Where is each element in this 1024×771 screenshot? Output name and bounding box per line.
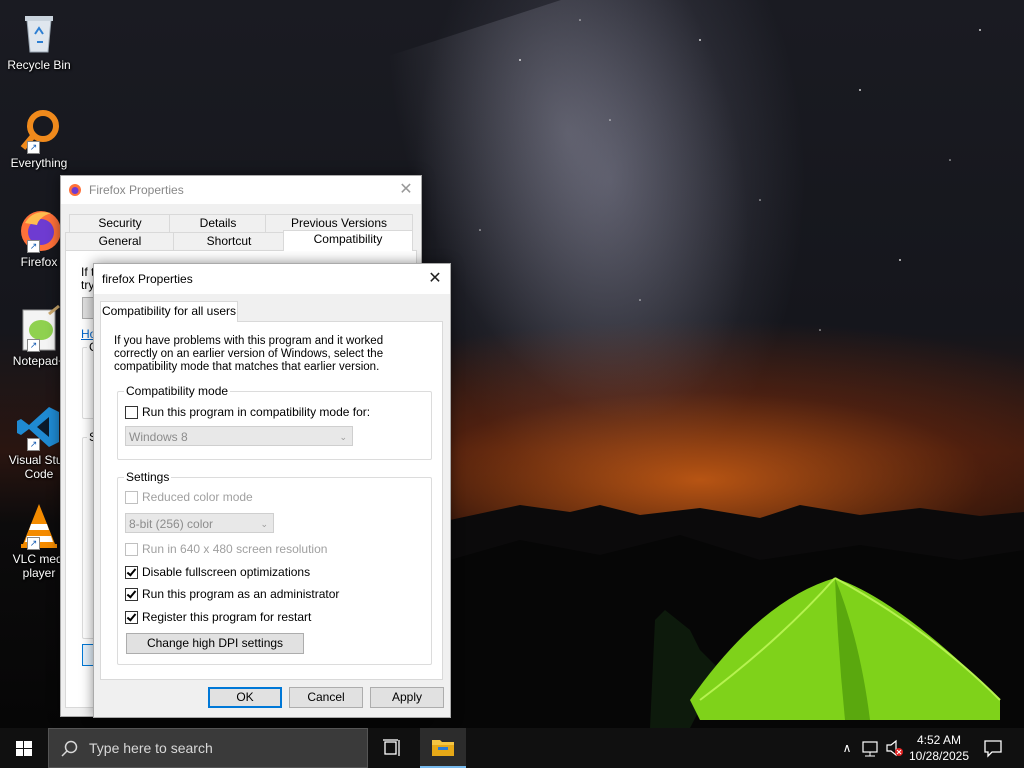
compatibility-all-users-pane: If you have problems with this program a…	[100, 321, 443, 680]
compat-mode-group: Compatibility mode Run this program in c…	[117, 384, 432, 460]
description-text: If you have problems with this program a…	[114, 335, 384, 373]
os-version-select[interactable]: Windows 8 ⌄	[125, 426, 353, 446]
checkbox[interactable]	[125, 587, 138, 601]
compat-mode-checkbox[interactable]: Run this program in compatibility mode f…	[125, 404, 370, 420]
notification-center-button[interactable]	[978, 728, 1008, 768]
select-value: Windows 8	[129, 430, 188, 444]
task-view-button[interactable]	[372, 728, 412, 768]
checkbox-label: Disable fullscreen optimizations	[142, 565, 311, 579]
vscode-icon: ↗	[15, 403, 63, 451]
volume-muted-icon[interactable]	[884, 728, 906, 768]
firefox-icon: ↗	[15, 205, 63, 253]
change-high-dpi-button[interactable]: Change high DPI settings	[126, 633, 304, 654]
group-label: Settings	[124, 470, 172, 484]
desktop-icon-label: Recycle Bin	[7, 58, 71, 72]
search-icon	[61, 740, 78, 757]
checkbox[interactable]	[125, 405, 138, 419]
desktop-icon-label: Everything	[10, 156, 68, 170]
dialog-titlebar[interactable]: firefox Properties ✕	[94, 264, 450, 294]
apply-button[interactable]: Apply	[370, 687, 444, 708]
network-icon[interactable]	[860, 728, 882, 768]
recycle-bin-icon	[15, 8, 63, 56]
search-placeholder: Type here to search	[89, 740, 213, 756]
show-hidden-icons-chevron-up-icon[interactable]: ∧	[838, 728, 856, 768]
notepad-plus-plus-icon: ↗	[15, 304, 63, 352]
clock-time: 4:52 AM	[916, 733, 962, 747]
clock-date: 10/28/2025	[908, 749, 970, 763]
select-value: 8-bit (256) color	[129, 517, 214, 531]
tab-shortcut[interactable]: Shortcut	[173, 232, 285, 251]
shortcut-arrow-icon: ↗	[27, 438, 40, 451]
desktop-icon-everything[interactable]: ↗ Everything	[2, 106, 76, 170]
tab-details[interactable]: Details	[169, 214, 267, 233]
checkbox-label: Reduced color mode	[142, 490, 253, 504]
tab-compatibility[interactable]: Compatibility	[283, 230, 413, 251]
start-button[interactable]	[0, 728, 48, 768]
shortcut-arrow-icon: ↗	[27, 240, 40, 253]
chevron-down-icon: ⌄	[339, 432, 347, 442]
reduced-color-checkbox[interactable]: Reduced color mode	[125, 489, 253, 505]
everything-search-icon: ↗	[15, 106, 63, 154]
resolution-640-checkbox[interactable]: Run in 640 x 480 screen resolution	[125, 541, 327, 557]
taskbar-search-box[interactable]: Type here to search	[48, 728, 368, 768]
ok-button[interactable]: OK	[208, 687, 282, 708]
register-restart-checkbox[interactable]: Register this program for restart	[125, 609, 311, 625]
checkbox-label: Run this program in compatibility mode f…	[142, 405, 371, 419]
file-explorer-taskbar-button[interactable]	[420, 728, 466, 768]
cancel-button[interactable]: Cancel	[289, 687, 363, 708]
desktop-icon-recycle-bin[interactable]: Recycle Bin	[2, 8, 76, 72]
folder-icon	[432, 740, 454, 756]
shortcut-arrow-icon: ↗	[27, 339, 40, 352]
windows-logo-icon	[16, 741, 32, 756]
shortcut-arrow-icon: ↗	[27, 537, 40, 550]
disable-fullscreen-opt-checkbox[interactable]: Disable fullscreen optimizations	[125, 564, 310, 580]
notification-icon	[984, 740, 1002, 758]
checkbox-label: Run this program as an administrator	[142, 587, 340, 601]
checkbox[interactable]	[125, 565, 138, 579]
shortcut-arrow-icon: ↗	[27, 141, 40, 154]
checkbox[interactable]	[125, 542, 138, 556]
run-as-admin-checkbox[interactable]: Run this program as an administrator	[125, 586, 339, 602]
close-icon[interactable]: ✕	[391, 176, 421, 204]
chevron-down-icon: ⌄	[260, 519, 268, 529]
dialog-title: firefox Properties	[102, 272, 193, 286]
firefox-icon	[68, 183, 82, 200]
window-title: Firefox Properties	[89, 183, 184, 197]
checkbox[interactable]	[125, 610, 138, 624]
vlc-icon: ↗	[15, 502, 63, 550]
group-label: Compatibility mode	[124, 384, 231, 398]
checkbox-label: Register this program for restart	[142, 610, 312, 624]
taskbar: Type here to search ∧ 4:52 AM 10/28/2025	[0, 728, 1024, 768]
checkbox-label: Run in 640 x 480 screen resolution	[142, 542, 328, 556]
firefox-properties-dialog: firefox Properties ✕ Compatibility for a…	[93, 263, 451, 718]
close-icon[interactable]: ✕	[420, 264, 450, 294]
tab-general[interactable]: General	[65, 232, 175, 251]
color-depth-select[interactable]: 8-bit (256) color ⌄	[125, 513, 274, 533]
window-titlebar[interactable]: Firefox Properties ✕	[61, 176, 421, 204]
system-clock[interactable]: 4:52 AM 10/28/2025	[904, 732, 974, 764]
task-view-icon	[383, 739, 400, 756]
tab-security[interactable]: Security	[69, 214, 171, 233]
tab-compatibility-all-users[interactable]: Compatibility for all users	[100, 301, 238, 322]
settings-group: Settings Reduced color mode 8-bit (256) …	[117, 470, 432, 665]
checkbox[interactable]	[125, 490, 138, 504]
